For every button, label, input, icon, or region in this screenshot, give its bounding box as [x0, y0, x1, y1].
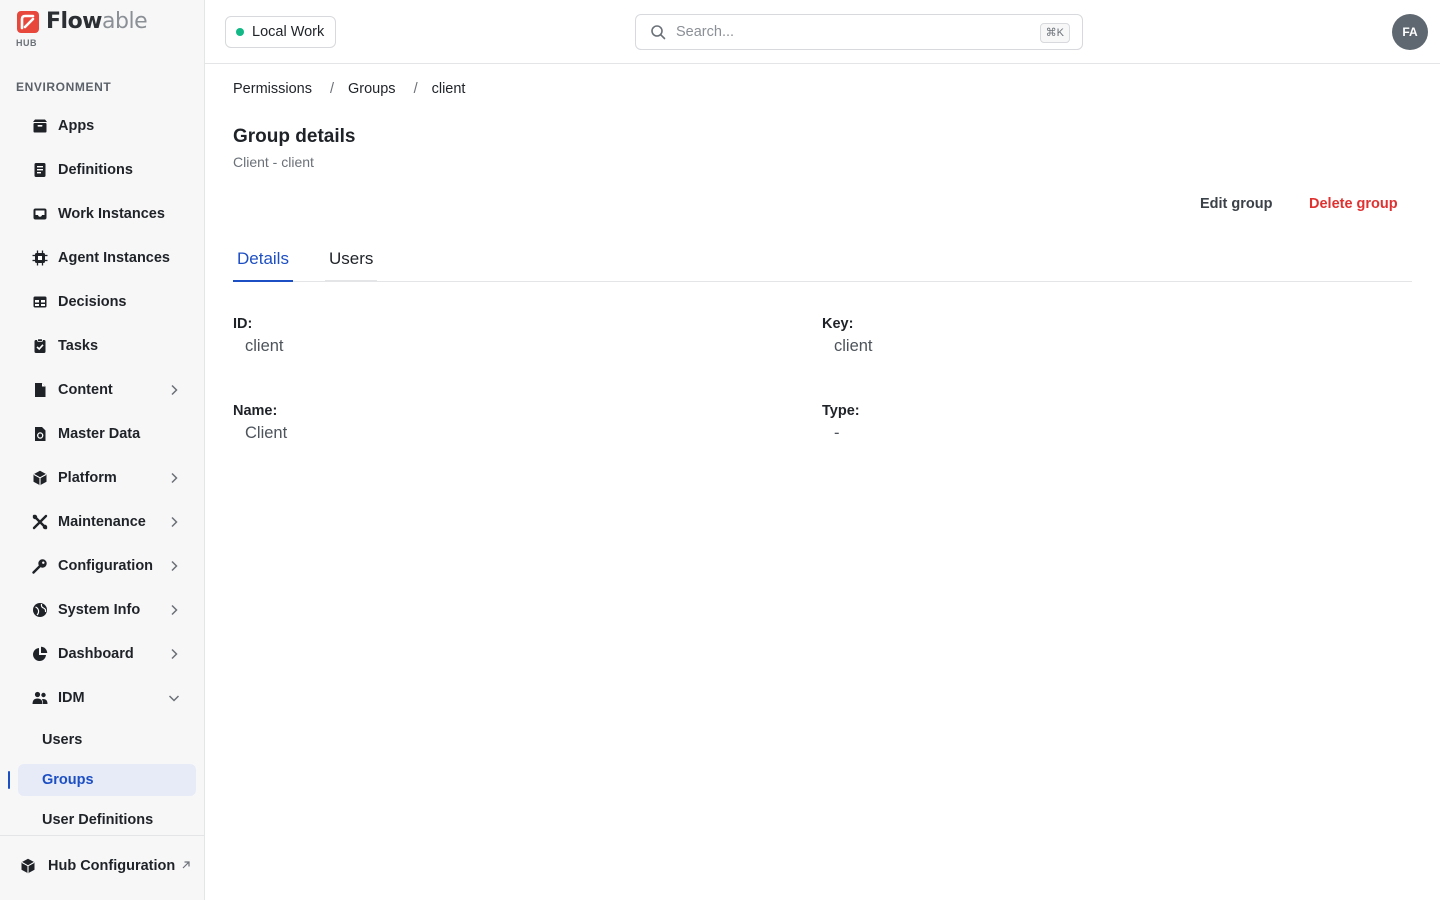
- database-file-icon: [32, 426, 48, 442]
- sidebar-footer: Hub Configuration: [0, 835, 204, 900]
- sidebar-item-master-data[interactable]: Master Data: [24, 418, 196, 450]
- cube-icon: [20, 858, 36, 874]
- sidebar-item-label: Maintenance: [58, 514, 146, 530]
- tab-users[interactable]: Users: [325, 240, 378, 282]
- environment-label: Local Work: [252, 24, 325, 40]
- edit-group-button[interactable]: Edit group: [1200, 196, 1273, 212]
- sidebar-item-label: System Info: [58, 602, 141, 618]
- sidebar-subitem-users[interactable]: Users: [18, 724, 196, 756]
- sidebar-item-label: Work Instances: [58, 206, 165, 222]
- sidebar-item-tasks[interactable]: Tasks: [24, 330, 196, 362]
- sidebar-item-apps[interactable]: Apps: [24, 110, 196, 142]
- sidebar-item-system-info[interactable]: System Info: [24, 594, 196, 626]
- chevron-down-icon: [168, 695, 180, 702]
- field-label-key: Key:: [822, 316, 854, 332]
- pie-chart-icon: [32, 646, 48, 662]
- brand-name: Flowable: [46, 9, 148, 34]
- page-subtitle: Client - client: [233, 154, 314, 170]
- sidebar-item-definitions[interactable]: Definitions: [24, 154, 196, 186]
- field-value-key: client: [834, 337, 873, 355]
- globe-icon: [32, 602, 48, 618]
- sidebar-item-work-instances[interactable]: Work Instances: [24, 198, 196, 230]
- sidebar-item-maintenance[interactable]: Maintenance: [24, 506, 196, 538]
- sidebar-item-agent-instances[interactable]: Agent Instances: [24, 242, 196, 274]
- avatar[interactable]: FA: [1392, 14, 1428, 50]
- active-indicator: [8, 771, 10, 789]
- search-icon: [651, 25, 666, 40]
- hub-configuration-label: Hub Configuration: [48, 858, 176, 874]
- sidebar-item-label: Platform: [58, 470, 117, 486]
- inbox-icon: [32, 206, 48, 222]
- section-label-environment: ENVIRONMENT: [16, 80, 112, 94]
- sidebar-item-idm[interactable]: IDM: [24, 682, 196, 714]
- sidebar-item-label: Apps: [58, 118, 95, 134]
- sidebar-item-platform[interactable]: Platform: [24, 462, 196, 494]
- search-box[interactable]: ⌘K: [635, 14, 1083, 50]
- users-icon: [32, 690, 48, 706]
- external-link-icon: [182, 861, 190, 869]
- chevron-right-icon: [171, 384, 178, 396]
- sidebar-subitem-groups[interactable]: Groups: [18, 764, 196, 796]
- flowable-logo[interactable]: Flowable HUB: [16, 9, 148, 49]
- document-icon: [32, 162, 48, 178]
- sidebar-item-label: IDM: [58, 690, 85, 706]
- sidebar-item-label: Master Data: [58, 426, 141, 442]
- sidebar-item-label: Agent Instances: [58, 250, 170, 266]
- tools-icon: [32, 514, 48, 530]
- sidebar-item-label: Tasks: [58, 338, 99, 354]
- sidebar-item-decisions[interactable]: Decisions: [24, 286, 196, 318]
- sidebar-item-label: Decisions: [58, 294, 127, 310]
- breadcrumb: Permissions / Groups / client: [233, 81, 465, 97]
- breadcrumb-permissions[interactable]: Permissions: [233, 81, 312, 97]
- tab-bar: Details Users: [233, 240, 1412, 282]
- field-value-type: -: [834, 424, 840, 442]
- chevron-right-icon: [171, 604, 178, 616]
- sidebar-item-dashboard[interactable]: Dashboard: [24, 638, 196, 670]
- flowable-logo-icon: [17, 11, 39, 33]
- brand-sub: HUB: [16, 38, 37, 48]
- file-icon: [32, 382, 48, 398]
- breadcrumb-current: client: [431, 81, 466, 97]
- chevron-right-icon: [171, 560, 178, 572]
- sidebar-item-label: Content: [58, 382, 113, 398]
- field-label-name: Name:: [233, 403, 278, 419]
- clipboard-check-icon: [32, 338, 48, 354]
- search-shortcut: ⌘K: [1039, 23, 1070, 43]
- key-icon: [32, 558, 48, 574]
- sidebar-item-configuration[interactable]: Configuration: [24, 550, 196, 582]
- delete-group-button[interactable]: Delete group: [1309, 196, 1398, 212]
- sidebar-subitem-user-definitions[interactable]: User Definitions: [18, 804, 196, 836]
- field-value-id: client: [245, 337, 284, 355]
- hub-configuration-link[interactable]: Hub Configuration: [20, 850, 196, 882]
- sidebar-item-content[interactable]: Content: [24, 374, 196, 406]
- top-bar: Local Work ⌘K FA: [205, 0, 1440, 64]
- chevron-right-icon: [171, 516, 178, 528]
- chevron-right-icon: [171, 648, 178, 660]
- sidebar-item-label: Dashboard: [58, 646, 134, 662]
- breadcrumb-separator: /: [413, 81, 418, 97]
- table-icon: [32, 294, 48, 310]
- sidebar-item-label: Configuration: [58, 558, 154, 574]
- tab-details[interactable]: Details: [233, 240, 293, 282]
- environment-selector[interactable]: Local Work: [225, 16, 337, 48]
- chevron-right-icon: [171, 472, 178, 484]
- status-dot: [236, 28, 244, 36]
- page-title: Group details: [233, 126, 356, 147]
- sidebar-item-label: Definitions: [58, 162, 133, 178]
- chip-icon: [32, 250, 48, 266]
- breadcrumb-groups[interactable]: Groups: [348, 81, 396, 97]
- breadcrumb-separator: /: [329, 81, 334, 97]
- search-input[interactable]: [676, 24, 1016, 40]
- field-label-id: ID:: [233, 316, 253, 332]
- box-icon: [32, 118, 48, 134]
- sidebar: Flowable HUB ENVIRONMENT Apps Definition…: [0, 0, 205, 900]
- field-value-name: Client: [245, 424, 288, 442]
- cube-icon: [32, 470, 48, 486]
- field-label-type: Type:: [822, 403, 860, 419]
